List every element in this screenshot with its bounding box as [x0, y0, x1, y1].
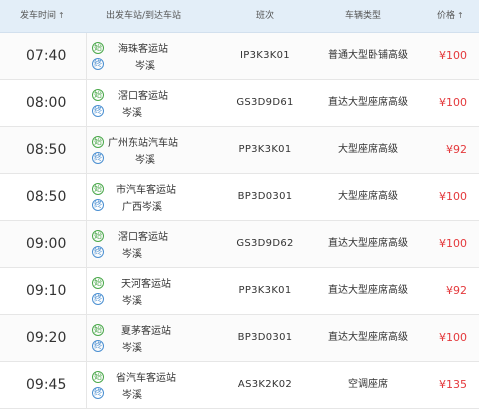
destination-station: 岑溪	[135, 155, 155, 166]
destination-station: 岑溪	[122, 390, 142, 401]
departure-time: 08:50	[26, 189, 67, 205]
vehicle-type: 直达大型座席高级	[328, 97, 408, 108]
vehicle-type: 大型座席高级	[338, 144, 398, 155]
divider	[86, 33, 87, 79]
bus-number: BP3D0301	[237, 332, 293, 343]
sort-arrow-icon[interactable]: ↑	[58, 11, 65, 20]
departure-time: 09:00	[26, 236, 67, 252]
origin-station-icon: 始	[92, 230, 104, 242]
vehicle-type: 直达大型座席高级	[328, 285, 408, 296]
origin-station-icon: 始	[92, 89, 104, 101]
divider	[86, 80, 87, 126]
table-row[interactable]: 09:45 始 终 省汽车客运站 岑溪 AS3K2K02 空调座席 ¥135	[0, 362, 479, 409]
table-row[interactable]: 08:50 始 终 广州东站汽车站 岑溪 PP3K3K01 大型座席高级 ¥92	[0, 127, 479, 174]
destination-station-icon: 终	[92, 105, 104, 117]
header-vehicle-type: 车辆类型	[345, 11, 382, 21]
table-row[interactable]: 09:10 始 终 天河客运站 岑溪 PP3K3K01 直达大型座席高级 ¥92	[0, 268, 479, 315]
header-stations: 出发车站/到达车站	[106, 11, 182, 21]
vehicle-type: 直达大型座席高级	[328, 332, 408, 343]
destination-station-icon: 终	[92, 293, 104, 305]
ticket-price: ¥135	[439, 378, 467, 391]
origin-station: 天河客运站	[121, 279, 171, 290]
origin-station: 广州东站汽车站	[108, 138, 178, 149]
origin-station: 海珠客运站	[118, 44, 168, 55]
divider	[86, 174, 87, 220]
departure-time: 09:45	[26, 377, 67, 393]
destination-station-icon: 终	[92, 246, 104, 258]
sort-arrow-icon[interactable]: ↑	[457, 11, 464, 20]
destination-station: 岑溪	[122, 108, 142, 119]
divider	[86, 221, 87, 267]
bus-number: IP3K3K01	[240, 50, 290, 61]
origin-station-icon: 始	[92, 324, 104, 336]
table-row[interactable]: 09:00 始 终 滘口客运站 岑溪 GS3D9D62 直达大型座席高级 ¥10…	[0, 221, 479, 268]
origin-station: 夏茅客运站	[121, 326, 171, 337]
divider	[86, 362, 87, 408]
origin-station: 滘口客运站	[118, 91, 168, 102]
destination-station: 岑溪	[122, 249, 142, 260]
vehicle-type: 空调座席	[348, 379, 388, 390]
bus-number: PP3K3K01	[238, 285, 292, 296]
departure-time: 08:50	[26, 142, 67, 158]
origin-station: 省汽车客运站	[116, 373, 176, 384]
vehicle-type: 大型座席高级	[338, 191, 398, 202]
origin-station: 滘口客运站	[118, 232, 168, 243]
header-price[interactable]: 价格 ↑	[437, 0, 464, 32]
header-departure-time[interactable]: 发车时间 ↑	[20, 0, 65, 32]
destination-station-icon: 终	[92, 387, 104, 399]
ticket-price: ¥100	[439, 96, 467, 109]
bus-number: GS3D9D62	[236, 238, 294, 249]
destination-station-icon: 终	[92, 152, 104, 164]
destination-station-icon: 终	[92, 58, 104, 70]
divider	[86, 268, 87, 314]
vehicle-type: 普通大型卧铺高级	[328, 50, 408, 61]
table-row[interactable]: 08:50 始 终 市汽车客运站 广西岑溪 BP3D0301 大型座席高级 ¥1…	[0, 174, 479, 221]
divider	[86, 127, 87, 173]
destination-station: 广西岑溪	[122, 202, 162, 213]
destination-station-icon: 终	[92, 199, 104, 211]
bus-number: BP3D0301	[237, 191, 293, 202]
origin-station-icon: 始	[92, 277, 104, 289]
table-row[interactable]: 07:40 始 终 海珠客运站 岑溪 IP3K3K01 普通大型卧铺高级 ¥10…	[0, 33, 479, 80]
ticket-price: ¥92	[446, 143, 467, 156]
departure-time: 07:40	[26, 48, 67, 64]
header-bus-number: 班次	[256, 11, 275, 21]
schedule-list: 07:40 始 终 海珠客运站 岑溪 IP3K3K01 普通大型卧铺高级 ¥10…	[0, 33, 479, 409]
table-header: 发车时间 ↑ 出发车站/到达车站 班次 车辆类型 价格 ↑	[0, 0, 479, 33]
origin-station-icon: 始	[92, 42, 104, 54]
ticket-price: ¥92	[446, 284, 467, 297]
origin-station-icon: 始	[92, 183, 104, 195]
vehicle-type: 直达大型座席高级	[328, 238, 408, 249]
departure-time: 09:10	[26, 283, 67, 299]
origin-station-icon: 始	[92, 136, 104, 148]
bus-number: AS3K2K02	[237, 379, 293, 390]
origin-station-icon: 始	[92, 371, 104, 383]
divider	[86, 315, 87, 361]
ticket-price: ¥100	[439, 331, 467, 344]
bus-number: PP3K3K01	[238, 144, 292, 155]
ticket-price: ¥100	[439, 190, 467, 203]
destination-station: 岑溪	[135, 61, 155, 72]
departure-time: 09:20	[26, 330, 67, 346]
origin-station: 市汽车客运站	[116, 185, 176, 196]
table-row[interactable]: 08:00 始 终 滘口客运站 岑溪 GS3D9D61 直达大型座席高级 ¥10…	[0, 80, 479, 127]
ticket-price: ¥100	[439, 237, 467, 250]
bus-number: GS3D9D61	[236, 97, 294, 108]
ticket-price: ¥100	[439, 49, 467, 62]
destination-station: 岑溪	[122, 343, 142, 354]
departure-time: 08:00	[26, 95, 67, 111]
destination-station-icon: 终	[92, 340, 104, 352]
destination-station: 岑溪	[122, 296, 142, 307]
table-row[interactable]: 09:20 始 终 夏茅客运站 岑溪 BP3D0301 直达大型座席高级 ¥10…	[0, 315, 479, 362]
